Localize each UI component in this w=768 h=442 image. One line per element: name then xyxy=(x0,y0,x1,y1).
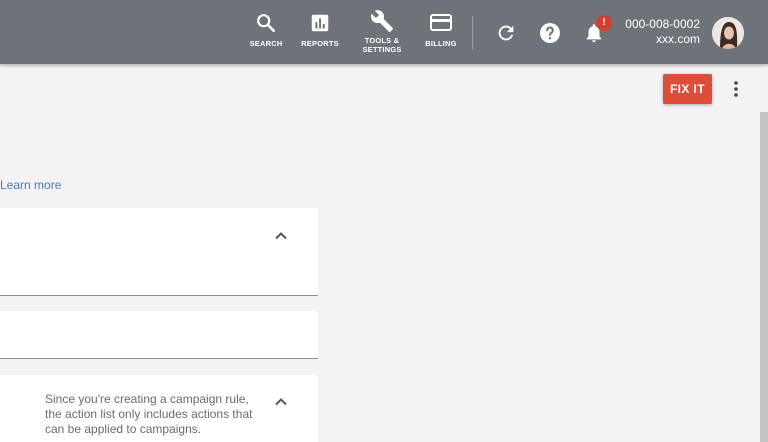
notification-badge: ! xyxy=(596,15,612,31)
nav-tools-settings-label: TOOLS & SETTINGS xyxy=(362,36,402,54)
top-navigation-bar: SEARCH REPORTS TOOLS & SETTINGS BILLING xyxy=(0,0,768,64)
user-photo xyxy=(712,17,744,49)
refresh-button[interactable] xyxy=(495,22,517,49)
account-info[interactable]: 000-008-0002 xxx.com xyxy=(625,17,700,47)
rule-panel-3: Since you're creating a campaign rule, t… xyxy=(0,375,318,442)
search-icon xyxy=(257,14,276,33)
rule-panel-2[interactable] xyxy=(0,311,318,359)
more-vert-icon[interactable] xyxy=(726,79,746,99)
learn-more-link[interactable]: Learn more xyxy=(0,178,61,192)
chevron-up-icon[interactable] xyxy=(273,394,289,410)
wrench-icon xyxy=(370,10,393,32)
help-icon xyxy=(540,23,560,43)
account-domain: xxx.com xyxy=(655,32,700,46)
nav-search-label: SEARCH xyxy=(249,39,283,48)
fix-it-button[interactable]: FIX IT xyxy=(663,74,712,104)
billing-card-icon xyxy=(430,14,452,31)
avatar[interactable] xyxy=(712,17,744,49)
account-id: 000-008-0002 xyxy=(625,17,700,31)
nav-reports-button[interactable]: REPORTS xyxy=(290,12,350,48)
refresh-icon xyxy=(498,25,514,41)
nav-billing-button[interactable]: BILLING xyxy=(411,12,471,48)
campaign-rule-info-text: Since you're creating a campaign rule, t… xyxy=(45,392,253,436)
chevron-up-icon[interactable] xyxy=(273,228,289,244)
nav-search-button[interactable]: SEARCH xyxy=(236,12,296,48)
nav-tools-settings-button[interactable]: TOOLS & SETTINGS xyxy=(352,9,412,54)
nav-reports-label: REPORTS xyxy=(301,39,339,48)
scrollbar[interactable] xyxy=(760,112,768,442)
help-button[interactable] xyxy=(538,21,562,50)
header-divider xyxy=(472,16,473,50)
reports-icon xyxy=(311,14,329,32)
nav-billing-label: BILLING xyxy=(425,39,457,48)
rule-panel-1 xyxy=(0,208,318,296)
